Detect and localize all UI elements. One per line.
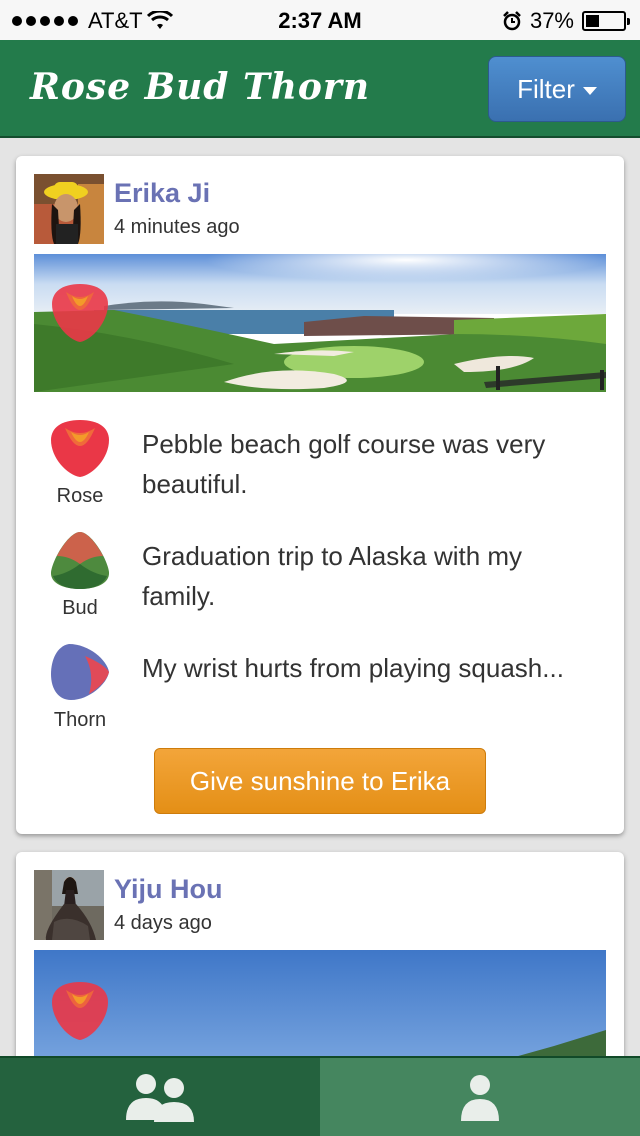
post-feed[interactable]: Erika Ji 4 minutes ago Rose Pebble beach… <box>0 138 640 1056</box>
bud-label: Bud <box>62 597 98 619</box>
rose-icon <box>52 982 108 1040</box>
filter-button[interactable]: Filter <box>488 56 626 122</box>
post-card: Yiju Hou 4 days ago <box>16 852 624 1056</box>
bud-icon <box>50 532 110 589</box>
thorn-icon <box>51 644 109 700</box>
status-right: 37% <box>502 8 630 34</box>
friends-icon <box>126 1074 194 1122</box>
thorn-badge: Thorn <box>46 642 114 732</box>
status-bar: AT&T 2:37 AM 37% <box>0 0 640 40</box>
post-photo[interactable] <box>34 254 606 392</box>
avatar[interactable] <box>34 174 104 244</box>
battery-percent: 37% <box>529 8 574 33</box>
rose-icon <box>52 284 108 342</box>
rose-badge: Rose <box>46 418 114 508</box>
bottom-tab-bar <box>0 1056 640 1136</box>
alarm-icon <box>503 11 521 31</box>
avatar[interactable] <box>34 870 104 940</box>
filter-label: Filter <box>517 73 575 104</box>
post-timestamp: 4 minutes ago <box>114 216 240 238</box>
post-timestamp: 4 days ago <box>114 912 212 934</box>
post-username[interactable]: Erika Ji <box>114 178 210 209</box>
tab-friends[interactable] <box>0 1058 320 1136</box>
rose-text: Pebble beach golf course was very beauti… <box>142 429 546 499</box>
rose-icon <box>51 420 109 477</box>
caret-down-icon <box>582 87 597 95</box>
post-username[interactable]: Yiju Hou <box>114 874 223 905</box>
thorn-label: Thorn <box>53 709 107 731</box>
top-navbar: Rose Bud Thorn Filter <box>0 40 640 138</box>
battery-icon <box>582 11 630 31</box>
post-card: Erika Ji 4 minutes ago Rose Pebble beach… <box>16 156 624 834</box>
rose-label: Rose <box>56 485 104 507</box>
tab-profile[interactable] <box>320 1058 640 1136</box>
give-sunshine-button[interactable]: Give sunshine to Erika <box>154 748 486 814</box>
post-photo[interactable] <box>34 950 606 1056</box>
thorn-text: My wrist hurts from playing squash... <box>142 653 564 683</box>
bud-text: Graduation trip to Alaska with my family… <box>142 541 523 611</box>
bud-badge: Bud <box>46 530 114 620</box>
app-title: Rose Bud Thorn <box>30 66 371 108</box>
profile-icon <box>461 1075 499 1121</box>
